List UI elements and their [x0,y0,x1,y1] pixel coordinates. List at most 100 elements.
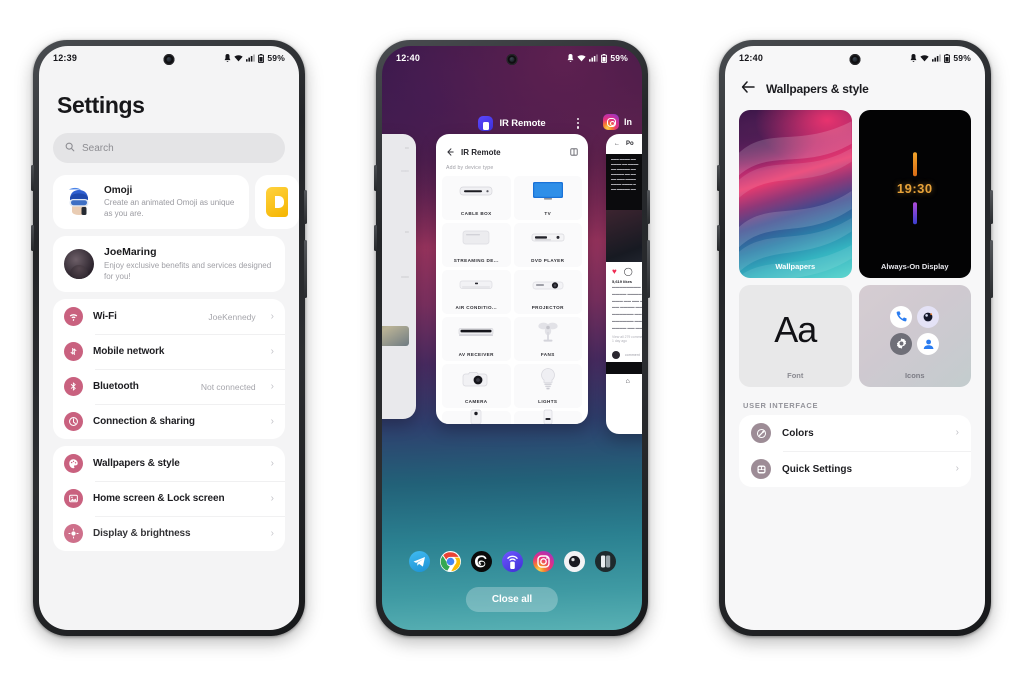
ir-device-streaming[interactable]: STREAMING DE... [442,223,511,267]
style-card-label: Always-On Display [880,262,949,271]
style-card-always-on-display[interactable]: 19:30 Always-On Display [858,110,972,278]
settings-row-value: Not connected [200,381,256,392]
sidebar-item-bluetooth[interactable]: Bluetooth Not connected › [53,369,285,404]
ir-app-title: IR Remote [461,147,501,157]
sidebar-item-wifi[interactable]: Wi-Fi JoeKennedy › [53,299,285,334]
water-heater-icon [514,409,583,424]
chrome-icon[interactable] [439,551,461,572]
status-time: 12:39 [53,53,78,63]
cable-box-icon [442,176,511,206]
back-arrow-icon[interactable]: ← [614,141,620,147]
split-screen-icon[interactable] [570,143,578,161]
mute-icon [224,53,231,63]
volume-up-button[interactable] [717,165,720,191]
wifi-icon [234,54,243,62]
chevron-right-icon: › [270,492,274,504]
chevron-right-icon: › [270,457,274,469]
contacts-icon [917,332,940,355]
battery-percent: 59% [953,53,971,63]
chevron-right-icon: › [270,380,274,392]
volume-up-button[interactable] [374,165,377,191]
chevron-right-icon: › [955,427,959,438]
camera-icon[interactable] [563,551,585,572]
battery-icon [944,53,951,63]
gallery-icon[interactable] [594,551,616,572]
gear-icon [890,332,913,355]
phone-settings-screen: 12:39 59% Settings Search Omoji Create a… [39,46,299,630]
omoji-description: Create an animated Omoji as unique as yo… [104,197,235,218]
ir-device-lights[interactable]: LIGHTS [513,364,583,408]
page-title: Wallpapers & style [766,82,869,96]
signal-icon [246,54,256,62]
sidebar-item-connection-sharing[interactable]: Connection & sharing › [53,404,285,439]
sidebar-item-home-lock-screen[interactable]: Home screen & Lock screen › [53,481,285,516]
volume-down-button[interactable] [31,225,34,251]
comment-icon[interactable]: ◯ [624,267,633,276]
kebab-menu-icon[interactable] [576,118,579,129]
dock [382,551,642,572]
side-promo-card[interactable] [255,175,299,229]
sidebar-item-display-brightness[interactable]: Display & brightness › [53,516,285,551]
chevron-right-icon: › [270,310,274,322]
ir-device-label: CABLE BOX [460,211,492,216]
ir-device-air-purifier[interactable] [442,409,511,424]
sidebar-item-mobile-network[interactable]: Mobile network › [53,334,285,369]
aod-preview: 19:30 [859,152,972,225]
profile-card[interactable]: JoeMaring Enjoy exclusive benefits and s… [53,236,285,293]
ir-device-water-heater[interactable] [513,409,583,424]
omoji-card[interactable]: Omoji Create an animated Omoji as unique… [53,175,249,229]
ir-device-label: DVD PLAYER [531,258,565,263]
camera-icon [917,305,940,328]
status-icons: 59% [567,53,628,63]
ir-device-label: LIGHTS [538,399,558,404]
task-header-instagram[interactable]: In [603,114,632,130]
ir-device-av-receiver[interactable]: AV RECEIVER [442,317,511,361]
promo-card-row: Omoji Create an animated Omoji as unique… [53,175,299,229]
back-arrow-icon[interactable] [446,143,454,161]
projector-icon [514,270,583,300]
ir-device-fans[interactable]: FANS [513,317,583,361]
ui-row-label: Quick Settings [782,463,853,475]
ir-device-air-conditioner[interactable]: AIR CONDITIO... [442,270,511,314]
threads-icon[interactable] [470,551,492,572]
task-card-ir-remote[interactable]: IR Remote Add by device type CABLE BOX T… [436,134,588,424]
close-all-button[interactable]: Close all [465,587,559,612]
sidebar-item-wallpapers-style[interactable]: Wallpapers & style › [53,446,285,481]
volume-down-button[interactable] [374,225,377,251]
like-icon[interactable]: ♥ [612,267,617,276]
ir-device-dvd-player[interactable]: DVD PLAYER [513,223,582,267]
profile-description: Enjoy exclusive benefits and services de… [104,261,272,282]
style-card-grid: Wallpapers 19:30 Always-On Display Aa Fo… [725,98,985,387]
phone-wallpapers-screen: 12:40 59% Wallpapers & style Wallpapers … [725,46,985,630]
phone-recents-screen: 12:40 59% IR Remote In ▭ ▭▭ ▭ ▭▭ ← Po ▬▬… [382,46,642,630]
task-app-name: In [624,117,632,127]
volume-down-button[interactable] [717,225,720,251]
status-time: 12:40 [739,53,764,63]
ir-device-camera[interactable]: CAMERA [442,364,511,408]
home-icon[interactable]: ⌂ [625,378,629,385]
ir-remote-icon[interactable] [501,551,523,572]
light-bulb-icon [514,364,583,394]
back-arrow-icon[interactable] [741,80,755,98]
search-input[interactable]: Search [53,133,285,163]
battery-percent: 59% [267,53,285,63]
sidebar-item-quick-settings[interactable]: Quick Settings › [739,451,971,487]
display-brightness-icon [64,524,83,544]
page-header: Wallpapers & style [725,70,985,98]
instagram-icon[interactable] [532,551,554,572]
avatar [64,249,94,280]
sidebar-item-colors[interactable]: Colors › [739,415,971,451]
ir-device-projector[interactable]: PROJECTOR [513,270,583,314]
style-card-wallpapers[interactable]: Wallpapers [739,110,852,278]
ir-device-tv[interactable]: TV [513,176,582,220]
ir-device-cable-box[interactable]: CABLE BOX [442,176,511,220]
volume-up-button[interactable] [31,165,34,191]
task-card-right[interactable]: ← Po ▬▬▬ ▬▬▬▬ ▬▬ ▬▬▬▬ ▬▬ ▬▬▬▬ ▬▬ ▬▬▬▬▬ ▬▬ ▬▬… [606,134,642,434]
fan-icon [514,317,583,347]
style-card-icons[interactable]: Icons [858,285,971,387]
bluetooth-icon [64,377,83,397]
telegram-icon[interactable] [408,551,430,572]
task-card-left[interactable]: ▭▭▭ ▭▭ ▬▬▬▬▬ ▬▬▬▬▬▬▬ ▬▬▬▬▬▬▬ ▭▭▭ ▬▬▬▬▬▬▬… [382,134,416,419]
style-card-font[interactable]: Aa Font [739,285,852,387]
aod-accent-bar-top [913,152,917,177]
